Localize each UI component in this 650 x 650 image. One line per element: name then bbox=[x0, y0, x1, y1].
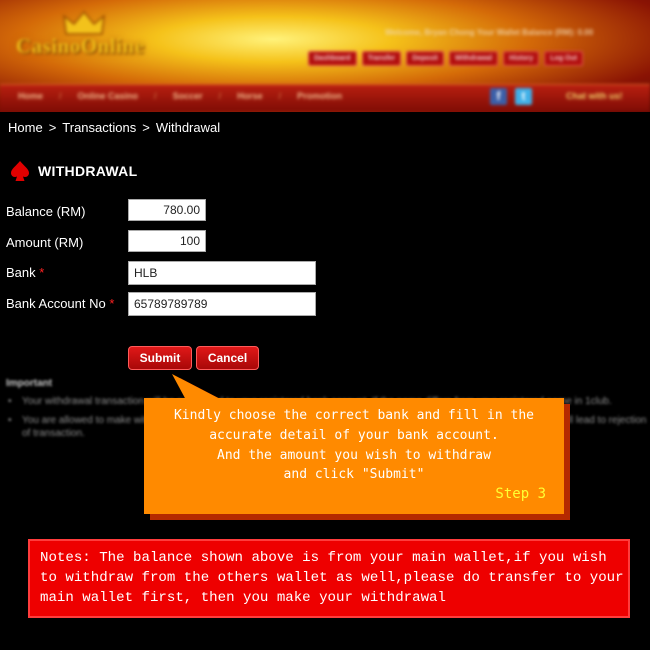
breadcrumb-current: Withdrawal bbox=[155, 120, 221, 135]
submit-button[interactable]: Submit bbox=[128, 346, 192, 370]
nav-separator: / bbox=[154, 91, 157, 101]
callout-line: accurate detail of your bank account. bbox=[209, 428, 499, 443]
account-no-input[interactable] bbox=[128, 292, 316, 316]
deposit-button[interactable]: Deposit bbox=[406, 51, 444, 66]
bank-input[interactable] bbox=[128, 261, 316, 285]
note-line: main wallet first, then you make your wi… bbox=[40, 590, 446, 606]
breadcrumb: Home > Transactions > Withdrawal bbox=[8, 120, 220, 135]
nav-item-promotion[interactable]: Promotion bbox=[297, 91, 342, 101]
breadcrumb-separator: > bbox=[48, 120, 57, 135]
facebook-icon[interactable]: f bbox=[490, 88, 507, 105]
spade-icon bbox=[11, 161, 29, 181]
welcome-text: Welcome, Bryan Chong Your Wallet Balance… bbox=[385, 28, 594, 37]
amount-input[interactable] bbox=[128, 230, 206, 252]
nav-separator: / bbox=[59, 91, 62, 101]
nav-item-soccer[interactable]: Soccer bbox=[173, 91, 203, 101]
nav-item-horse[interactable]: Horse bbox=[237, 91, 263, 101]
breadcrumb-home[interactable]: Home bbox=[8, 120, 43, 135]
nav-item-online-casino[interactable]: Online Casino bbox=[78, 91, 139, 101]
required-mark: * bbox=[109, 296, 115, 311]
transfer-button[interactable]: Transfer bbox=[361, 51, 402, 66]
nav-item-home[interactable]: Home bbox=[18, 91, 43, 101]
withdrawal-button[interactable]: Withdrawal bbox=[448, 51, 499, 66]
nav-separator: / bbox=[218, 91, 222, 101]
site-logo[interactable]: CasinoOnline bbox=[16, 34, 145, 59]
page-title: WITHDRAWAL bbox=[38, 163, 138, 179]
note-line: Notes: The balance shown above is from y… bbox=[40, 550, 607, 566]
important-title: Important bbox=[6, 378, 53, 389]
breadcrumb-separator: > bbox=[142, 120, 150, 135]
callout-line: and click "Submit" bbox=[283, 467, 425, 482]
crown-icon bbox=[63, 10, 105, 35]
logout-button[interactable]: Log Out bbox=[544, 51, 584, 66]
cancel-button[interactable]: Cancel bbox=[196, 346, 259, 370]
required-mark: * bbox=[39, 265, 45, 280]
callout-line: And the amount you wish to withdraw bbox=[217, 448, 491, 463]
nav-separator: / bbox=[278, 91, 282, 101]
history-button[interactable]: History bbox=[503, 51, 540, 66]
balance-field bbox=[128, 199, 206, 221]
callout-line: Kindly choose the correct bank and fill … bbox=[173, 408, 535, 423]
chat-link[interactable]: Chat with us! bbox=[566, 91, 623, 101]
amount-label: Amount (RM) bbox=[6, 235, 84, 250]
account-no-label: Bank Account No * bbox=[6, 296, 115, 311]
breadcrumb-transactions[interactable]: Transactions bbox=[62, 120, 136, 135]
balance-label: Balance (RM) bbox=[6, 204, 86, 219]
note-line: to withdraw from the others wallet as we… bbox=[40, 570, 624, 586]
step-label: Step 3 bbox=[495, 486, 546, 502]
twitter-icon[interactable]: t bbox=[515, 88, 532, 105]
notes-box: Notes: The balance shown above is from y… bbox=[28, 539, 630, 618]
site-header: CasinoOnline Welcome, Bryan Chong Your W… bbox=[0, 0, 650, 112]
dashboard-button[interactable]: Dashboard bbox=[308, 51, 357, 66]
page-title-row: WITHDRAWAL bbox=[10, 160, 137, 182]
bank-label: Bank * bbox=[6, 265, 45, 280]
tutorial-callout: Kindly choose the correct bank and fill … bbox=[144, 398, 564, 514]
